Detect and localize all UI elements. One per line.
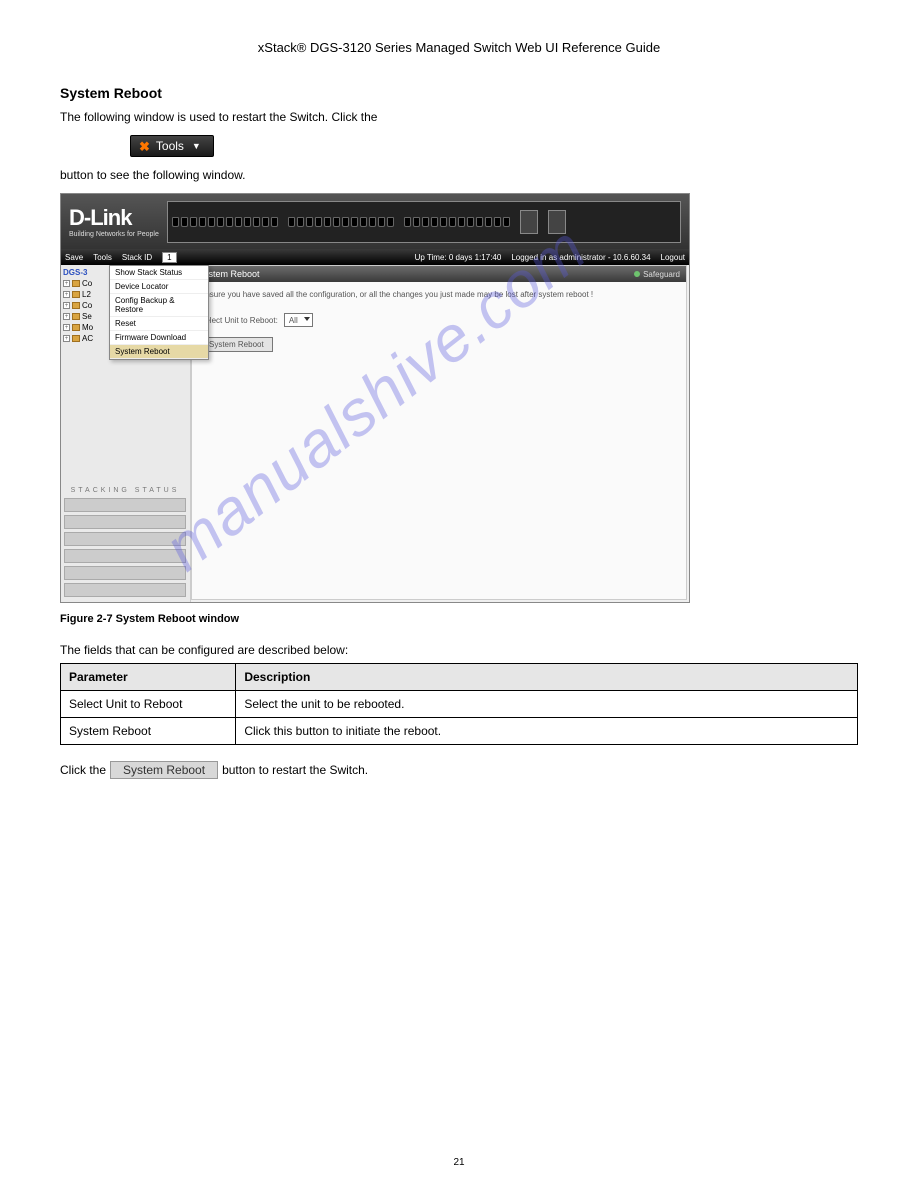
- closing-suffix: button to restart the Switch.: [222, 763, 368, 777]
- menubar-logout[interactable]: Logout: [661, 253, 685, 262]
- parameters-table: Parameter Description Select Unit to Reb…: [60, 663, 858, 745]
- brand-name: D-Link: [69, 205, 159, 231]
- stack-row: [64, 498, 186, 512]
- closing-prefix: Click the: [60, 763, 106, 777]
- dropdown-item[interactable]: Device Locator: [110, 280, 208, 294]
- app-screenshot: D-Link Building Networks for People Save…: [60, 193, 690, 603]
- system-reboot-button-inline[interactable]: System Reboot: [110, 761, 218, 779]
- select-unit-label: Select Unit to Reboot:: [200, 316, 278, 325]
- switch-port-panel: [167, 201, 681, 243]
- dropdown-item[interactable]: Firmware Download: [110, 331, 208, 345]
- intro-suffix: button to see the following window.: [60, 167, 858, 183]
- dropdown-item[interactable]: Config Backup & Restore: [110, 294, 208, 317]
- reboot-warning-text: Ensure you have saved all the configurat…: [200, 290, 678, 299]
- menubar-uptime: Up Time: 0 days 1:17:40: [415, 253, 502, 262]
- menubar-stack-id-label: Stack ID: [122, 253, 152, 262]
- tools-button[interactable]: ✖ Tools ▼: [130, 135, 214, 157]
- table-row: System Reboot Click this button to initi…: [61, 718, 858, 745]
- brand-tagline: Building Networks for People: [69, 231, 159, 238]
- dropdown-item-system-reboot[interactable]: System Reboot: [110, 345, 208, 359]
- table-intro: The fields that can be configured are de…: [60, 643, 858, 657]
- system-reboot-button-inscreenshot[interactable]: System Reboot: [200, 337, 273, 352]
- menubar-tools[interactable]: Tools: [93, 253, 112, 262]
- stack-row: [64, 583, 186, 597]
- table-cell-param: System Reboot: [61, 718, 236, 745]
- stacking-status-heading: STACKING STATUS: [61, 487, 189, 494]
- tree-root-label: DGS-3: [63, 268, 87, 277]
- app-menubar: Save Tools Stack ID 1 Up Time: 0 days 1:…: [61, 249, 689, 265]
- page-title: xStack® DGS-3120 Series Managed Switch W…: [60, 40, 858, 55]
- menubar-save[interactable]: Save: [65, 253, 83, 262]
- intro-text: The following window is used to restart …: [60, 109, 858, 125]
- stack-row: [64, 549, 186, 563]
- stack-row: [64, 532, 186, 546]
- table-cell-param: Select Unit to Reboot: [61, 691, 236, 718]
- x-icon: ✖: [139, 140, 150, 153]
- table-cell-desc: Select the unit to be rebooted.: [236, 691, 858, 718]
- closing-instruction: Click the System Reboot button to restar…: [60, 761, 858, 779]
- section-heading: System Reboot: [60, 85, 858, 101]
- table-cell-desc: Click this button to initiate the reboot…: [236, 718, 858, 745]
- stack-row: [64, 515, 186, 529]
- brand-logo: D-Link Building Networks for People: [69, 205, 159, 238]
- table-header-description: Description: [236, 664, 858, 691]
- menubar-login-info: Logged in as administrator - 10.6.60.34: [511, 253, 650, 262]
- menubar-stack-id-value[interactable]: 1: [162, 252, 176, 263]
- figure-caption: Figure 2-7 System Reboot window: [60, 613, 858, 625]
- dropdown-item[interactable]: Reset: [110, 317, 208, 331]
- safeguard-indicator: Safeguard: [634, 270, 680, 279]
- chevron-down-icon: ▼: [192, 141, 201, 151]
- table-header-parameter: Parameter: [61, 664, 236, 691]
- intro-prefix: The following window is used to restart …: [60, 110, 377, 124]
- app-header: D-Link Building Networks for People: [61, 194, 689, 249]
- stack-row: [64, 566, 186, 580]
- dropdown-item[interactable]: Show Stack Status: [110, 266, 208, 280]
- safeguard-dot-icon: [634, 271, 640, 277]
- page-number: 21: [0, 1157, 918, 1168]
- table-row: Select Unit to Reboot Select the unit to…: [61, 691, 858, 718]
- panel-title-bar: System Reboot Safeguard: [192, 266, 686, 282]
- tools-dropdown-menu: Show Stack Status Device Locator Config …: [109, 265, 209, 360]
- safeguard-label: Safeguard: [643, 270, 680, 279]
- main-content-panel: System Reboot Safeguard Ensure you have …: [191, 265, 687, 600]
- tools-button-label: Tools: [156, 139, 184, 153]
- stacking-status-panel: STACKING STATUS: [61, 483, 189, 600]
- select-unit-dropdown[interactable]: All: [284, 313, 313, 327]
